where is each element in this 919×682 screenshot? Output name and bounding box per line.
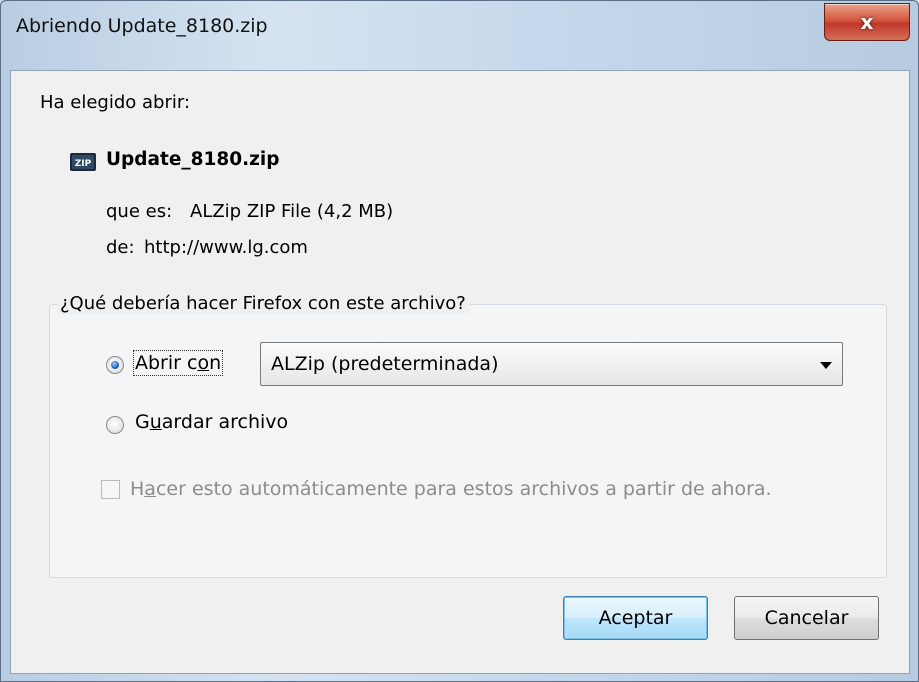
dialog-content: Ha elegido abrir: ZIP Update_8180.zip qu… (10, 70, 910, 674)
application-select[interactable]: ALZip (predeterminada) (260, 342, 843, 386)
accept-button[interactable]: Aceptar (563, 596, 708, 640)
svg-text:ZIP: ZIP (75, 159, 92, 169)
zip-file-icon: ZIP (70, 153, 96, 171)
file-source-label: de: (106, 237, 135, 258)
file-name: Update_8180.zip (106, 149, 280, 170)
open-with-label[interactable]: Abrir con (132, 350, 224, 376)
close-icon: x (860, 10, 874, 34)
open-with-radio[interactable] (106, 356, 124, 374)
cancel-button[interactable]: Cancelar (734, 596, 879, 640)
dialog-window: Abriendo Update_8180.zip x Ha elegido ab… (0, 0, 919, 682)
chevron-down-icon (820, 362, 832, 369)
save-file-radio[interactable] (106, 416, 124, 434)
file-type-value: ALZip ZIP File (4,2 MB) (190, 201, 394, 222)
auto-action-checkbox[interactable] (101, 480, 120, 499)
file-type-label: que es: (106, 201, 173, 222)
action-question: ¿Qué debería hacer Firefox con este arch… (58, 293, 470, 314)
save-file-label[interactable]: Guardar archivo (135, 411, 288, 433)
auto-action-label[interactable]: Hacer esto automáticamente para estos ar… (130, 478, 772, 500)
intro-text: Ha elegido abrir: (40, 92, 191, 113)
file-source-value: http://www.lg.com (144, 237, 308, 258)
close-button[interactable]: x (824, 3, 910, 41)
title-bar[interactable]: Abriendo Update_8180.zip x (1, 1, 918, 71)
application-select-value: ALZip (predeterminada) (271, 353, 499, 375)
window-title: Abriendo Update_8180.zip (16, 15, 268, 37)
